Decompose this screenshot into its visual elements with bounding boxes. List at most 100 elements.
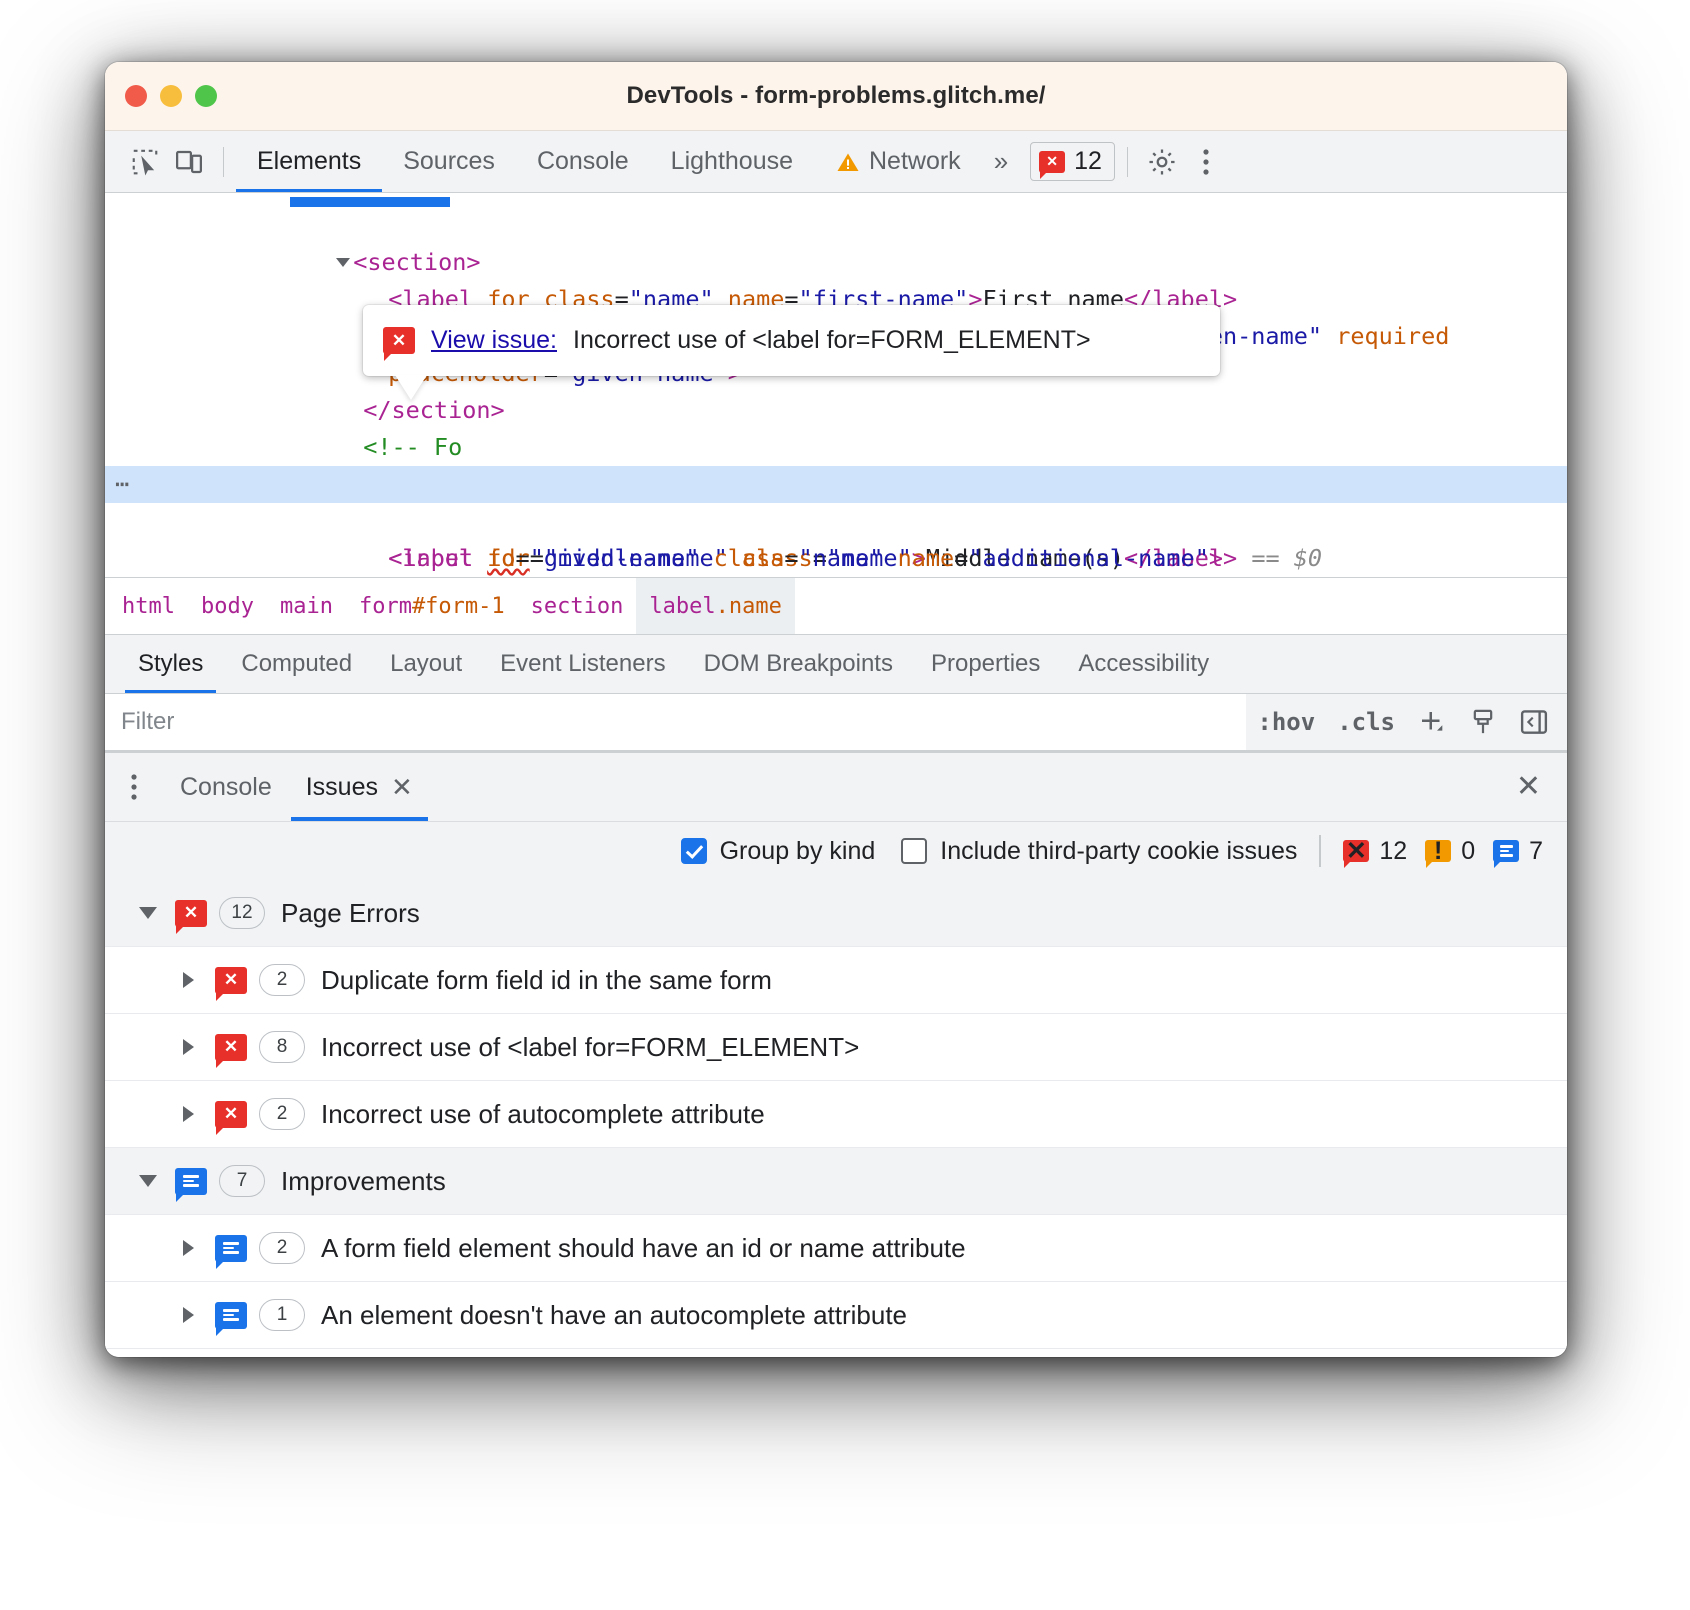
breadcrumb-item-main[interactable]: main — [267, 578, 346, 634]
error-count-badge[interactable]: ✕ 12 — [1030, 142, 1115, 181]
error-bubble-icon: ✕ — [215, 1034, 247, 1061]
issue-count: 12 — [219, 897, 265, 929]
dom-row-clipped — [105, 197, 1567, 207]
dom-row[interactable]: <input id="given-name" class="name" name… — [105, 503, 1567, 540]
error-counter-value: 12 — [1379, 837, 1407, 866]
issue-row[interactable]: ✕ 2 Incorrect use of autocomplete attrib… — [105, 1081, 1567, 1148]
tab-lighthouse-label: Lighthouse — [671, 147, 793, 176]
window-titlebar: DevTools - form-problems.glitch.me/ — [105, 62, 1567, 131]
dom-row-selected[interactable]: ⋯ <label for="middle-name" class="name">… — [105, 466, 1567, 503]
issue-tooltip[interactable]: ✕ View issue: Incorrect use of <label fo… — [363, 305, 1220, 376]
kebab-menu-icon[interactable] — [1184, 140, 1228, 184]
styles-sidebar-tabs: Styles Computed Layout Event Listeners D… — [105, 634, 1567, 693]
more-panels-icon[interactable]: » — [982, 146, 1020, 177]
issue-row[interactable]: ✕ 2 Duplicate form field id in the same … — [105, 947, 1567, 1014]
devtools-toolbar: Elements Sources Console Lighthouse — [105, 131, 1567, 193]
device-toolbar-icon[interactable] — [167, 140, 211, 184]
dom-tree[interactable]: <section> <label for class="name" name="… — [105, 193, 1567, 577]
expand-triangle-icon[interactable] — [173, 1106, 203, 1122]
issue-count: 2 — [259, 964, 305, 996]
close-tab-icon[interactable]: ✕ — [391, 774, 413, 800]
tab-sources[interactable]: Sources — [382, 131, 516, 192]
tab-lighthouse[interactable]: Lighthouse — [650, 131, 814, 192]
drawer-tab-issues[interactable]: Issues ✕ — [289, 753, 430, 821]
issue-title: A form field element should have an id o… — [321, 1233, 966, 1264]
close-drawer-button[interactable]: ✕ — [1490, 753, 1567, 821]
dom-row[interactable]: <section> — [105, 207, 1567, 244]
expand-triangle-icon[interactable] — [173, 1039, 203, 1055]
breadcrumb-label: main — [280, 594, 333, 619]
checkbox-checked-icon — [681, 838, 707, 864]
issue-group-row[interactable]: 7 Improvements — [105, 1148, 1567, 1215]
dom-row-comment[interactable]: <!-- Fo — [105, 392, 1567, 429]
drawer-menu-icon[interactable] — [105, 753, 163, 821]
error-counter[interactable]: ✕ 12 — [1343, 837, 1407, 866]
error-bubble-icon: ✕ — [175, 900, 207, 927]
issues-list: ✕ 12 Page Errors ✕ 2 Duplicate form fiel… — [105, 880, 1567, 1357]
collapse-triangle-icon[interactable] — [133, 907, 163, 919]
breadcrumb-item-section[interactable]: section — [518, 578, 637, 634]
issue-row[interactable]: ✕ 8 Incorrect use of <label for=FORM_ELE… — [105, 1014, 1567, 1081]
dom-row[interactable]: <label for class="name" name="first-name… — [105, 244, 1567, 281]
tab-elements[interactable]: Elements — [236, 131, 382, 192]
tab-dom-breakpoints-label: DOM Breakpoints — [704, 650, 893, 678]
tab-styles[interactable]: Styles — [119, 635, 222, 693]
warning-triangle-icon — [835, 150, 861, 174]
tab-accessibility[interactable]: Accessibility — [1059, 635, 1228, 693]
element-classes-button[interactable]: .cls — [1326, 694, 1406, 750]
tab-computed[interactable]: Computed — [222, 635, 371, 693]
toggle-sidebar-icon[interactable] — [1508, 694, 1567, 750]
issue-row[interactable]: 2 A form field element should have an id… — [105, 1215, 1567, 1282]
gear-icon[interactable] — [1140, 140, 1184, 184]
tab-network-label: Network — [869, 147, 961, 176]
breadcrumb-item-label[interactable]: label.name — [636, 578, 794, 634]
breadcrumb-item-body[interactable]: body — [188, 578, 267, 634]
inspect-element-icon[interactable] — [123, 140, 167, 184]
issue-count: 2 — [259, 1098, 305, 1130]
dom-row[interactable]: </section> — [105, 540, 1567, 577]
view-issue-link[interactable]: View issue: — [431, 322, 557, 359]
tab-computed-label: Computed — [241, 650, 352, 678]
error-bubble-icon: ✕ — [383, 327, 415, 354]
error-bubble-icon: ✕ — [1039, 151, 1065, 173]
issue-count: 2 — [259, 1232, 305, 1264]
breadcrumb-item-html[interactable]: html — [105, 578, 188, 634]
row-overflow-icon[interactable]: ⋯ — [115, 466, 131, 503]
screenshot-root: DevTools - form-problems.glitch.me/ Elem… — [0, 0, 1690, 1610]
options-divider — [1319, 835, 1321, 867]
dom-row[interactable]: <section> — [105, 429, 1567, 466]
expand-triangle-icon[interactable] — [173, 1307, 203, 1323]
issue-group-row[interactable]: ✕ 12 Page Errors — [105, 880, 1567, 947]
paintbrush-icon[interactable] — [1458, 694, 1508, 750]
third-party-cookie-checkbox[interactable]: Include third-party cookie issues — [901, 837, 1297, 866]
plus-new-style-rule-icon[interactable] — [1406, 694, 1458, 750]
warning-counter[interactable]: ! 0 — [1425, 837, 1475, 866]
issue-row[interactable]: 1 An element doesn't have an autocomplet… — [105, 1282, 1567, 1349]
group-by-kind-checkbox[interactable]: Group by kind — [681, 837, 876, 866]
tab-event-listeners-label: Event Listeners — [500, 650, 665, 678]
breadcrumb-id: #form-1 — [412, 594, 505, 619]
tab-layout[interactable]: Layout — [371, 635, 481, 693]
force-state-button[interactable]: :hov — [1246, 694, 1326, 750]
expand-triangle-icon[interactable] — [173, 972, 203, 988]
tab-dom-breakpoints[interactable]: DOM Breakpoints — [685, 635, 912, 693]
collapse-triangle-icon[interactable] — [133, 1175, 163, 1187]
breadcrumb: html body main form#form-1 section label… — [105, 577, 1567, 634]
issue-title: Duplicate form field id in the same form — [321, 965, 772, 996]
drawer-tab-console[interactable]: Console — [163, 753, 289, 821]
tab-styles-label: Styles — [138, 650, 203, 678]
expand-triangle-icon[interactable] — [173, 1240, 203, 1256]
info-counter[interactable]: 7 — [1493, 837, 1543, 866]
styles-filter-input[interactable] — [105, 694, 1246, 750]
breadcrumb-item-form[interactable]: form#form-1 — [346, 578, 518, 634]
tab-console[interactable]: Console — [516, 131, 650, 192]
tab-network[interactable]: Network — [814, 131, 982, 192]
tab-layout-label: Layout — [390, 650, 462, 678]
tab-console-label: Console — [537, 147, 629, 176]
group-by-kind-label: Group by kind — [720, 837, 876, 866]
tab-event-listeners[interactable]: Event Listeners — [481, 635, 684, 693]
warning-bubble-icon: ! — [1425, 840, 1451, 862]
info-bubble-icon — [175, 1168, 207, 1195]
breadcrumb-label: body — [201, 594, 254, 619]
tab-properties[interactable]: Properties — [912, 635, 1059, 693]
